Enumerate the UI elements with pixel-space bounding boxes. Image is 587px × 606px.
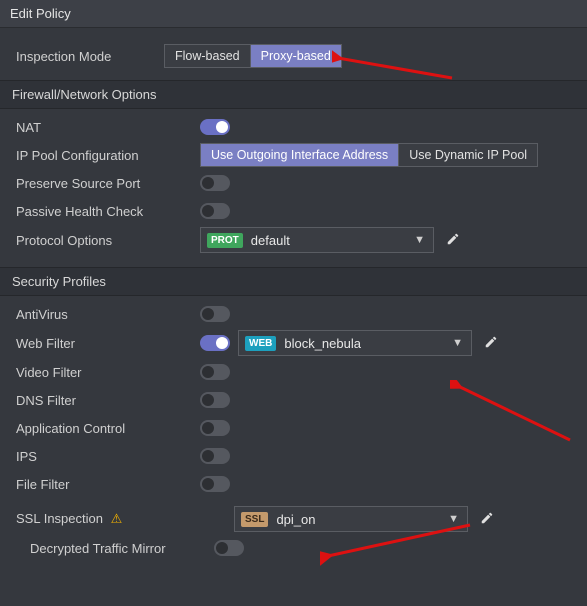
- dnsfilter-toggle[interactable]: [200, 392, 230, 408]
- section-header-security: Security Profiles: [0, 267, 587, 296]
- webfilter-dropdown[interactable]: WEB block_nebula ▼: [238, 330, 472, 356]
- ippool-dynamic[interactable]: Use Dynamic IP Pool: [398, 144, 537, 166]
- antivirus-toggle[interactable]: [200, 306, 230, 322]
- videofilter-toggle[interactable]: [200, 364, 230, 380]
- chevron-down-icon: ▼: [446, 513, 461, 525]
- nat-toggle[interactable]: [200, 119, 230, 135]
- protocol-label: Protocol Options: [16, 233, 200, 248]
- protocol-dropdown[interactable]: PROT default ▼: [200, 227, 434, 253]
- prot-tag-icon: PROT: [207, 233, 243, 248]
- decrypt-mirror-toggle[interactable]: [214, 540, 244, 556]
- passive-hc-label: Passive Health Check: [16, 204, 200, 219]
- chevron-down-icon: ▼: [412, 234, 427, 246]
- ips-toggle[interactable]: [200, 448, 230, 464]
- chevron-down-icon: ▼: [450, 337, 465, 349]
- ssl-dropdown[interactable]: SSL dpi_on ▼: [234, 506, 468, 532]
- preserve-port-toggle[interactable]: [200, 175, 230, 191]
- ssl-tag-icon: SSL: [241, 512, 268, 527]
- inspection-mode-proxy[interactable]: Proxy-based: [250, 45, 341, 67]
- webfilter-toggle[interactable]: [200, 335, 230, 351]
- inspection-mode-segmented: Flow-based Proxy-based: [164, 44, 342, 68]
- ssl-value: dpi_on: [272, 512, 446, 527]
- ssl-label: SSL Inspection ⚠: [16, 511, 200, 527]
- filefilter-label: File Filter: [16, 477, 200, 492]
- section-header-firewall: Firewall/Network Options: [0, 80, 587, 109]
- ssl-label-text: SSL Inspection: [16, 511, 103, 526]
- nat-label: NAT: [16, 120, 200, 135]
- inspection-mode-row: Inspection Mode Flow-based Proxy-based: [0, 42, 587, 70]
- window-titlebar: Edit Policy: [0, 0, 587, 28]
- web-tag-icon: WEB: [245, 336, 276, 351]
- webfilter-label: Web Filter: [16, 336, 200, 351]
- ssl-edit-button[interactable]: [476, 509, 498, 530]
- decrypt-mirror-label: Decrypted Traffic Mirror: [16, 541, 214, 556]
- warning-icon: ⚠: [111, 511, 123, 526]
- protocol-value: default: [247, 233, 412, 248]
- preserve-port-label: Preserve Source Port: [16, 176, 200, 191]
- pencil-icon: [480, 511, 494, 525]
- dnsfilter-label: DNS Filter: [16, 393, 200, 408]
- appcontrol-label: Application Control: [16, 421, 200, 436]
- window-title: Edit Policy: [10, 6, 71, 21]
- inspection-mode-flow[interactable]: Flow-based: [165, 45, 250, 67]
- ippool-label: IP Pool Configuration: [16, 148, 200, 163]
- ippool-outgoing[interactable]: Use Outgoing Interface Address: [201, 144, 398, 166]
- ippool-segmented: Use Outgoing Interface Address Use Dynam…: [200, 143, 538, 167]
- filefilter-toggle[interactable]: [200, 476, 230, 492]
- webfilter-edit-button[interactable]: [480, 333, 502, 354]
- inspection-mode-label: Inspection Mode: [16, 49, 164, 64]
- appcontrol-toggle[interactable]: [200, 420, 230, 436]
- videofilter-label: Video Filter: [16, 365, 200, 380]
- pencil-icon: [484, 335, 498, 349]
- webfilter-value: block_nebula: [280, 336, 450, 351]
- antivirus-label: AntiVirus: [16, 307, 200, 322]
- ips-label: IPS: [16, 449, 200, 464]
- passive-hc-toggle[interactable]: [200, 203, 230, 219]
- pencil-icon: [446, 232, 460, 246]
- protocol-edit-button[interactable]: [442, 230, 464, 251]
